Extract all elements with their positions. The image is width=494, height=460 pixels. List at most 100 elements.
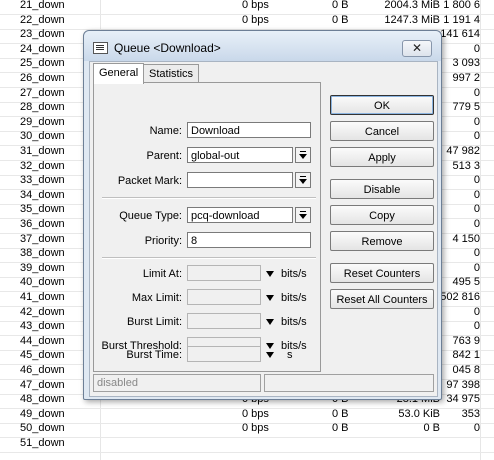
burst-time-unit: s <box>287 349 293 361</box>
packets-cell: 0 <box>473 247 480 260</box>
reset-all-counters-button[interactable]: Reset All Counters <box>330 289 434 309</box>
packets-cell: 0 <box>473 218 480 230</box>
name-field[interactable]: Download <box>187 122 311 138</box>
status-left: disabled <box>93 374 261 392</box>
packets-cell: 842 1 <box>452 349 480 362</box>
queue-name-cell: 41_down <box>20 291 65 303</box>
tab-statistics[interactable]: Statistics <box>143 64 200 83</box>
queue-type-label: Queue Type: <box>119 210 182 222</box>
copy-button[interactable]: Copy <box>330 205 434 225</box>
bytes-cell: 0 B <box>332 407 349 420</box>
queue-name-cell: 21_down <box>20 0 65 11</box>
limit-at-unit: bits/s <box>281 268 307 280</box>
rate-cell: 0 bps <box>242 407 269 420</box>
burst-limit-expand-icon[interactable] <box>266 319 274 325</box>
queue-name-cell: 32_down <box>20 159 65 172</box>
bytes-cell: 0 B <box>332 422 349 435</box>
priority-field[interactable]: 8 <box>187 232 311 248</box>
packets-cell: 0 <box>473 320 480 333</box>
queue-name-cell: 46_down <box>20 364 65 376</box>
packets-cell: 0 <box>473 203 480 216</box>
packets-cell: 502 816 <box>440 291 480 303</box>
packets-cell: 997 2 <box>452 72 480 84</box>
packets-cell: 4 150 <box>452 232 480 245</box>
queue-name-cell: 43_down <box>20 320 65 333</box>
name-label: Name: <box>149 125 182 137</box>
bytes-cell: 0 B <box>332 0 349 11</box>
ok-button[interactable]: OK <box>330 95 434 115</box>
packets-cell: 779 5 <box>452 101 480 114</box>
bytes-cell: 0 B <box>332 13 349 26</box>
dialog-body: General Statistics Name: Download Parent… <box>89 61 438 397</box>
queue-name-cell: 36_down <box>20 218 65 230</box>
size-cell: 0 B <box>423 422 440 435</box>
tab-general[interactable]: General <box>93 63 145 84</box>
reset-counters-button[interactable]: Reset Counters <box>330 263 434 283</box>
packets-cell: 0 <box>473 305 480 318</box>
disable-button[interactable]: Disable <box>330 179 434 199</box>
title-bar[interactable]: Queue <Download> ✕ <box>84 31 441 61</box>
max-limit-label: Max Limit: <box>131 292 182 304</box>
packets-cell: 0 <box>473 422 480 435</box>
packets-cell: 763 9 <box>452 334 480 347</box>
rate-cell: 0 bps <box>242 13 269 26</box>
queue-name-cell: 44_down <box>20 334 65 347</box>
packets-cell: 0 <box>473 130 480 143</box>
burst-limit-field[interactable] <box>187 313 261 329</box>
queue-name-cell: 26_down <box>20 72 65 84</box>
queue-name-cell: 25_down <box>20 57 65 70</box>
parent-label: Parent: <box>146 150 182 162</box>
burst-time-label: Burst Time: <box>126 349 182 361</box>
queue-type-field[interactable]: pcq-download <box>187 207 293 223</box>
queue-name-cell: 29_down <box>20 115 65 128</box>
packets-cell: 0 <box>473 174 480 187</box>
queue-dialog: Queue <Download> ✕ General Statistics Na… <box>83 30 442 400</box>
burst-threshold-unit: bits/s <box>281 340 307 352</box>
packets-cell: 0 <box>473 115 480 128</box>
packets-cell: 0 <box>473 261 480 274</box>
queue-name-cell: 37_down <box>20 232 65 245</box>
packets-cell: 513 3 <box>452 159 480 172</box>
packets-cell: 0 <box>473 188 480 201</box>
separator <box>102 257 316 259</box>
parent-field[interactable]: global-out <box>187 147 293 163</box>
queue-name-cell: 23_down <box>20 28 65 41</box>
size-cell: 53.0 KiB <box>398 407 440 420</box>
limit-at-expand-icon[interactable] <box>266 271 274 277</box>
packets-cell: 97 398 <box>446 378 480 391</box>
packets-cell: 3 093 <box>452 57 480 70</box>
general-panel: Name: Download Parent: global-out Packet… <box>93 82 321 372</box>
queue-name-cell: 38_down <box>20 247 65 260</box>
packets-cell: 353 <box>461 407 480 420</box>
limit-at-field[interactable] <box>187 265 261 281</box>
parent-dropdown-icon[interactable] <box>295 147 311 163</box>
limit-at-label: Limit At: <box>142 268 182 280</box>
window-icon <box>93 42 108 54</box>
packets-cell: 0 <box>473 86 480 99</box>
status-right <box>264 374 434 392</box>
queue-name-cell: 27_down <box>20 86 65 99</box>
max-limit-field[interactable] <box>187 289 261 305</box>
burst-time-expand-icon[interactable] <box>266 352 274 358</box>
table-row[interactable]: 51_down <box>0 436 494 453</box>
packets-cell: 141 614 <box>440 28 480 41</box>
packets-cell: 495 5 <box>452 276 480 289</box>
cancel-button[interactable]: Cancel <box>330 121 434 141</box>
close-button[interactable]: ✕ <box>402 40 432 57</box>
apply-button[interactable]: Apply <box>330 147 434 167</box>
queue-name-cell: 40_down <box>20 276 65 289</box>
queue-name-cell: 49_down <box>20 407 65 420</box>
packet-mark-dropdown-icon[interactable] <box>295 172 311 188</box>
queue-name-cell: 22_down <box>20 13 65 26</box>
queue-name-cell: 35_down <box>20 203 65 216</box>
queue-name-cell: 31_down <box>20 145 65 157</box>
packet-mark-field[interactable] <box>187 172 293 188</box>
queue-type-dropdown-icon[interactable] <box>295 207 311 223</box>
burst-time-field[interactable] <box>187 346 261 362</box>
max-limit-expand-icon[interactable] <box>266 295 274 301</box>
queue-name-cell: 45_down <box>20 349 65 362</box>
rate-cell: 0 bps <box>242 422 269 435</box>
burst-threshold-expand-icon[interactable] <box>266 343 274 349</box>
priority-label: Priority: <box>144 235 182 247</box>
remove-button[interactable]: Remove <box>330 231 434 251</box>
